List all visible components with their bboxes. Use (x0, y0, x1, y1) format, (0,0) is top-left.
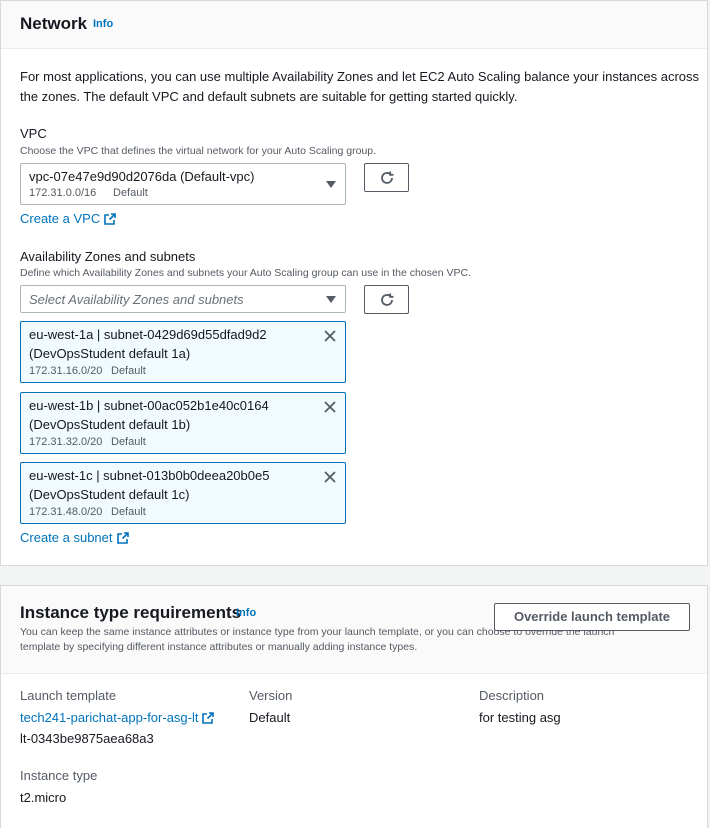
azs-select[interactable]: Select Availability Zones and subnets (20, 285, 346, 313)
vpc-cidr: 172.31.0.0/16 (29, 187, 97, 199)
subnet-token-tag: Default (111, 506, 146, 518)
version-label: Version (249, 688, 293, 703)
network-header: Network Info (1, 1, 707, 49)
vpc-refresh-button[interactable] (364, 163, 409, 192)
itr-info-link[interactable]: Info (236, 607, 256, 619)
subnet-token: eu-west-1a | subnet-0429d69d55dfad9d2 (D… (20, 321, 346, 383)
network-description: For most applications, you can use multi… (20, 69, 700, 104)
subnet-token: eu-west-1c | subnet-013b0b0deea20b0e5 (D… (20, 462, 346, 524)
subnet-token-cidr: 172.31.16.0/20 (29, 365, 103, 377)
launch-template-id: lt-0343be9875aea68a3 (20, 731, 154, 746)
create-subnet-label: Create a subnet (20, 530, 113, 545)
description-label: Description (479, 688, 545, 703)
instance-type-label: Instance type (20, 768, 98, 783)
itr-title: Instance type requirements (20, 603, 242, 622)
external-link-icon (202, 712, 215, 724)
vpc-description: Choose the VPC that defines the virtual … (20, 145, 377, 157)
create-subnet-link[interactable]: Create a subnet (20, 530, 129, 545)
instance-type-requirements-panel: Instance type requirements Info You can … (0, 585, 708, 828)
subnet-token-title: eu-west-1b | subnet-00ac052b1e40c0164 (29, 398, 269, 413)
itr-header: Instance type requirements Info You can … (1, 586, 707, 674)
subnet-token-name: (DevOpsStudent default 1c) (29, 487, 190, 502)
refresh-icon (381, 293, 394, 306)
create-vpc-link[interactable]: Create a VPC (20, 211, 117, 226)
subnet-token-title: eu-west-1c | subnet-013b0b0deea20b0e5 (29, 468, 270, 483)
network-title: Network (20, 14, 88, 33)
subnet-token-tag: Default (111, 365, 146, 377)
azs-refresh-button[interactable] (364, 285, 409, 314)
launch-template-label: Launch template (20, 688, 117, 703)
azs-description: Define which Availability Zones and subn… (20, 267, 471, 279)
vpc-selected-value: vpc-07e47e9d90d2076da (Default-vpc) (29, 169, 255, 184)
description-value: for testing asg (479, 710, 561, 725)
close-icon[interactable] (323, 400, 337, 414)
vpc-label: VPC (20, 126, 47, 141)
subnet-token-title: eu-west-1a | subnet-0429d69d55dfad9d2 (29, 327, 267, 342)
vpc-select[interactable]: vpc-07e47e9d90d2076da (Default-vpc) 172.… (20, 163, 346, 205)
override-launch-template-button[interactable]: Override launch template (494, 603, 690, 631)
create-vpc-label: Create a VPC (20, 211, 101, 226)
subnet-token-cidr: 172.31.48.0/20 (29, 506, 103, 518)
subnet-token-cidr: 172.31.32.0/20 (29, 436, 103, 448)
launch-template-name: tech241-parichat-app-for-asg-lt (20, 710, 199, 725)
caret-down-icon (326, 296, 336, 303)
external-link-icon (116, 532, 129, 544)
version-value: Default (249, 710, 291, 725)
network-panel: Network Info For most applications, you … (0, 0, 708, 566)
instance-type-value: t2.micro (20, 790, 67, 805)
azs-label: Availability Zones and subnets (20, 249, 196, 264)
close-icon[interactable] (323, 470, 337, 484)
azs-placeholder: Select Availability Zones and subnets (29, 292, 244, 307)
vpc-tag: Default (113, 187, 148, 199)
refresh-icon (381, 171, 394, 184)
close-icon[interactable] (323, 329, 337, 343)
subnet-token: eu-west-1b | subnet-00ac052b1e40c0164 (D… (20, 392, 346, 454)
network-info-link[interactable]: Info (93, 18, 113, 30)
external-link-icon (104, 213, 117, 225)
subnet-token-tag: Default (111, 436, 146, 448)
caret-down-icon (326, 181, 336, 188)
subnet-token-name: (DevOpsStudent default 1a) (29, 346, 191, 361)
subnet-token-name: (DevOpsStudent default 1b) (29, 417, 191, 432)
launch-template-link[interactable]: tech241-parichat-app-for-asg-lt (20, 710, 215, 725)
